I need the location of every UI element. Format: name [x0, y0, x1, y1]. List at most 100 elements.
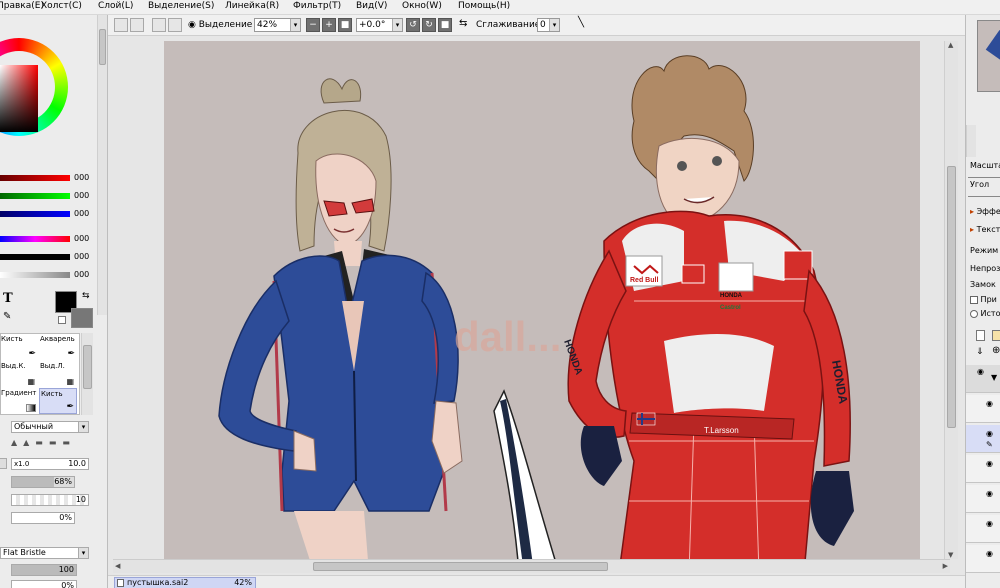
new-layer-icon[interactable]: [976, 330, 985, 341]
slider-green[interactable]: 000: [0, 191, 96, 201]
zoom-reset-button[interactable]: ■: [338, 18, 352, 32]
size-lock[interactable]: [0, 458, 7, 469]
scroll-left-icon[interactable]: ◀: [115, 562, 120, 570]
toolbar-blank-button[interactable]: [114, 18, 128, 32]
canvas-horizontal-thumb[interactable]: [313, 562, 608, 571]
tool-scrollbar-thumb[interactable]: [83, 345, 92, 389]
tool-brush-selected[interactable]: Кисть ✒: [39, 388, 77, 414]
document-name: пустышка.sai2: [127, 578, 189, 587]
chevron-down-icon[interactable]: ▼: [991, 373, 997, 382]
slider-value[interactable]: 000: [0, 270, 96, 280]
eye-icon[interactable]: ◉: [986, 399, 993, 408]
effects-section[interactable]: ▸ Эффе: [970, 207, 1000, 216]
menu-edit[interactable]: Правка(E): [0, 1, 44, 11]
swap-colors-icon[interactable]: ⇆: [82, 291, 90, 301]
eye-icon[interactable]: ◉: [986, 549, 993, 558]
rotation-field[interactable]: +0.0° ▾: [356, 18, 403, 32]
background-color-swatch[interactable]: [71, 308, 93, 328]
brush-min-size-bar[interactable]: 10: [11, 494, 89, 506]
smoothing-field[interactable]: 0 ▾: [537, 18, 560, 32]
tool-watercolor[interactable]: Акварель ✒: [39, 334, 77, 360]
brush-min-density-bar[interactable]: 0%: [11, 512, 75, 524]
eye-icon[interactable]: ◉: [977, 367, 984, 376]
menu-view[interactable]: Вид(V): [356, 1, 387, 11]
add-icon[interactable]: ⊕: [992, 345, 1000, 356]
scale-slider[interactable]: [968, 172, 1000, 178]
slider-hue[interactable]: 000: [0, 234, 96, 244]
navigator-preview[interactable]: [977, 20, 1000, 92]
angle-slider[interactable]: [968, 191, 1000, 197]
canvas-image[interactable]: dall... T.Larsson Red Bull HONDA Castrol…: [164, 41, 920, 573]
merge-down-icon[interactable]: ⇓: [976, 347, 984, 357]
brush-density-bar[interactable]: 68%: [11, 476, 75, 488]
zoom-in-button[interactable]: +: [322, 18, 336, 32]
texture-strength-bar[interactable]: 100: [11, 564, 77, 576]
menu-help[interactable]: Помощь(H): [458, 1, 510, 11]
new-folder-icon[interactable]: [992, 330, 1000, 341]
blend-mode-select[interactable]: Обычный ▾: [11, 421, 89, 433]
scroll-up-icon[interactable]: ▲: [948, 41, 953, 49]
document-tab[interactable]: пустышка.sai2 42%: [114, 577, 256, 588]
menu-layer[interactable]: Слой(L): [98, 1, 133, 11]
brush-size-field[interactable]: x1.0 10.0: [11, 458, 89, 470]
slider-blue[interactable]: 000: [0, 209, 96, 219]
menu-ruler[interactable]: Линейка(R): [225, 1, 279, 11]
slider-saturation[interactable]: 000: [0, 252, 96, 262]
clipping-checkbox[interactable]: При: [970, 295, 997, 304]
color-square[interactable]: [0, 65, 38, 132]
selection-visibility[interactable]: ◉ Выделение: [188, 20, 252, 30]
canvas-vertical-thumb[interactable]: [947, 166, 956, 428]
rotation-reset-button[interactable]: ■: [438, 18, 452, 32]
tool-brush[interactable]: Кисть ✒: [0, 334, 38, 360]
left-scrollbar-thumb[interactable]: [99, 29, 106, 65]
texture-section[interactable]: ▸ Тексту: [970, 225, 1000, 234]
scroll-right-icon[interactable]: ▶: [943, 562, 948, 570]
source-radio[interactable]: Исто: [970, 309, 1000, 318]
layer-lock-label: Замок: [970, 280, 996, 289]
pen-angle-icon[interactable]: ╲: [578, 17, 584, 28]
zoom-field[interactable]: 42% ▾: [254, 18, 301, 32]
toolbar-blank-button[interactable]: [168, 18, 182, 32]
menu-filter[interactable]: Фильтр(T): [293, 1, 341, 11]
layer-row[interactable]: ◉: [966, 395, 1000, 423]
scroll-down-icon[interactable]: ▼: [948, 551, 953, 559]
eyedropper-icon[interactable]: ✎: [3, 311, 11, 322]
eye-icon[interactable]: ◉: [986, 429, 993, 438]
flip-horizontal-icon[interactable]: ⇆: [459, 18, 467, 29]
menu-canvas[interactable]: Холст(C): [41, 1, 82, 11]
chevron-right-icon: ▸: [970, 225, 975, 234]
layer-folder-row[interactable]: ◉ ▼: [966, 365, 1000, 393]
left-scrollbar[interactable]: [97, 15, 107, 315]
canvas-vertical-scrollbar[interactable]: ▲ ▼: [944, 41, 958, 559]
layer-row[interactable]: ◉: [966, 515, 1000, 543]
layer-row[interactable]: ◉: [966, 455, 1000, 483]
canvas-horizontal-scrollbar[interactable]: ◀ ▶: [113, 559, 950, 573]
slider-red[interactable]: 000: [0, 173, 96, 183]
rotate-left-button[interactable]: ↺: [406, 18, 420, 32]
text-tool-button[interactable]: T: [3, 291, 13, 306]
brush-shape-buttons[interactable]: ▲▲▬▬▬: [11, 438, 89, 449]
toolbar-blank-button[interactable]: [130, 18, 144, 32]
menu-selection[interactable]: Выделение(S): [148, 1, 214, 11]
transparent-color-icon[interactable]: [58, 316, 66, 324]
rotate-right-button[interactable]: ↻: [422, 18, 436, 32]
castrol-patch-text: Castrol: [720, 305, 741, 311]
brush-texture-select[interactable]: Flat Bristle ▾: [0, 547, 89, 559]
eye-icon[interactable]: ◉: [986, 459, 993, 468]
tool-gradient[interactable]: Градиент: [0, 388, 38, 414]
tool-select-pen[interactable]: Выд.К. ▦: [0, 361, 38, 387]
canvas-watermark: dall...: [454, 313, 561, 360]
zoom-out-button[interactable]: −: [306, 18, 320, 32]
layer-row[interactable]: ◉: [966, 545, 1000, 573]
texture-extra-bar[interactable]: 0%: [11, 580, 77, 588]
layer-row[interactable]: ◉: [966, 485, 1000, 513]
tool-select-eraser[interactable]: Выд.Л. ▦: [39, 361, 77, 387]
layer-row-selected[interactable]: ◉ ✎: [966, 425, 1000, 453]
tool-scrollbar[interactable]: [81, 333, 93, 415]
menu-window[interactable]: Окно(W): [402, 1, 442, 11]
eye-icon[interactable]: ◉: [986, 519, 993, 528]
toolbar-blank-button[interactable]: [152, 18, 166, 32]
brush-icon: ✒: [28, 349, 36, 359]
navigator-scrollbar[interactable]: [966, 125, 976, 157]
eye-icon[interactable]: ◉: [986, 489, 993, 498]
